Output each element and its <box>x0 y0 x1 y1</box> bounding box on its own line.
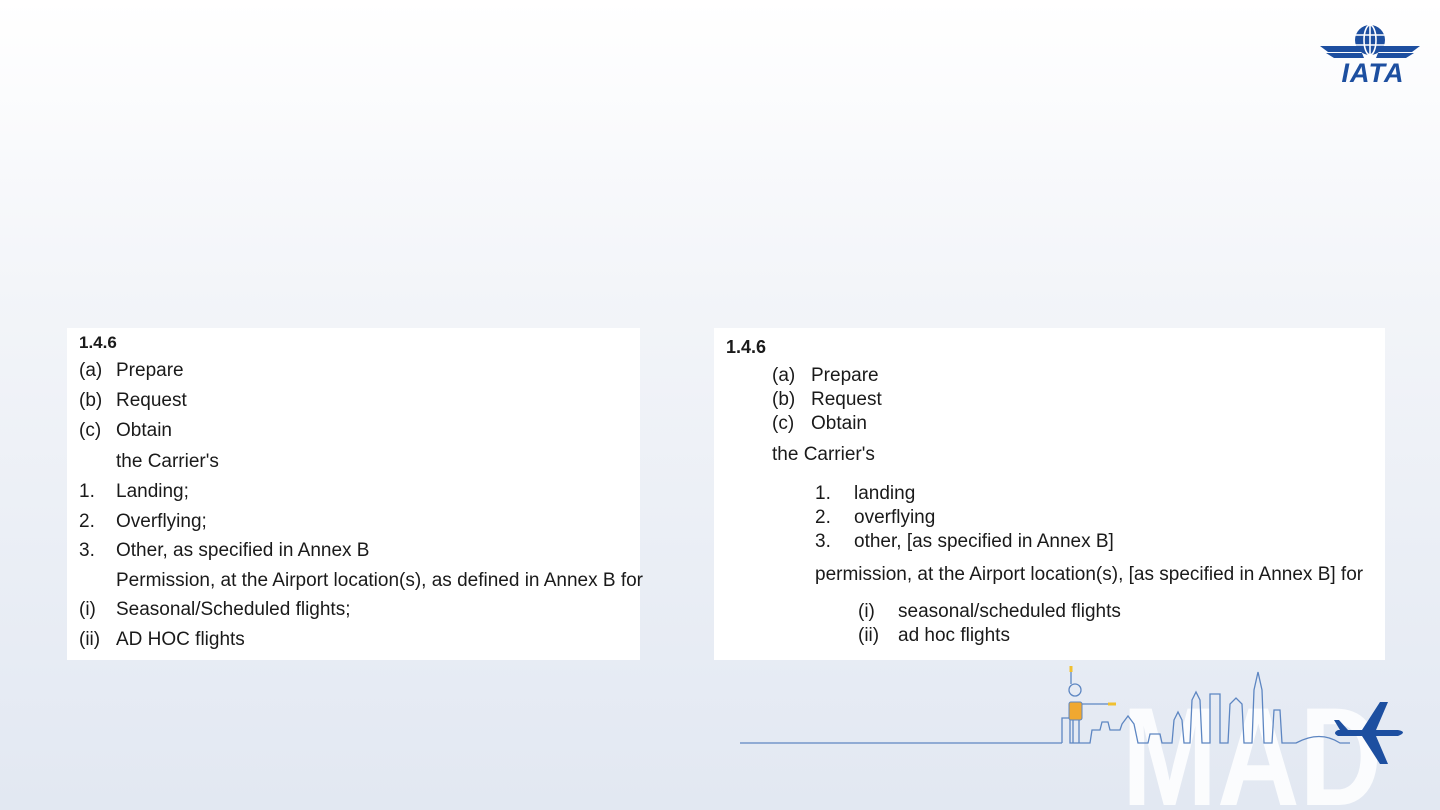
permission-marker: 2. <box>815 507 831 528</box>
flight-text: seasonal/scheduled flights <box>898 601 1121 622</box>
permission-marker: 3. <box>815 531 831 552</box>
action-text: Request <box>116 390 187 411</box>
action-text: Prepare <box>116 360 184 381</box>
action-text: Obtain <box>116 420 172 441</box>
permission-text: Landing; <box>116 481 189 502</box>
iata-logo-text: IATA <box>1341 58 1405 88</box>
marshaller-icon <box>1068 666 1116 743</box>
permission-marker: 1. <box>815 483 831 504</box>
action-marker: (b) <box>79 390 103 411</box>
flight-text: AD HOC flights <box>116 629 245 650</box>
carrier-line: the Carrier's <box>772 444 875 465</box>
flight-marker: (ii) <box>858 625 880 646</box>
carrier-line: the Carrier's <box>116 451 219 472</box>
madrid-skyline-decoration: MAD <box>740 666 1403 810</box>
action-marker: (a) <box>772 365 796 386</box>
flight-marker: (i) <box>858 601 875 622</box>
left-clause-panel: 1.4.6 (a) Prepare (b) Request (c) Obtain… <box>67 328 643 660</box>
flight-text: Seasonal/Scheduled flights; <box>116 599 351 620</box>
right-clause-panel: 1.4.6 (a) Prepare (b) Request (c) Obtain… <box>714 328 1385 660</box>
permission-text: overflying <box>854 507 936 528</box>
section-number: 1.4.6 <box>79 333 117 352</box>
action-marker: (c) <box>772 413 795 434</box>
action-text: Prepare <box>811 365 879 386</box>
permission-text: landing <box>854 483 916 504</box>
action-marker: (c) <box>79 420 102 441</box>
permission-marker: 3. <box>79 540 95 561</box>
permission-text: Overflying; <box>116 511 207 532</box>
action-marker: (b) <box>772 389 796 410</box>
permission-text: Other, as specified in Annex B <box>116 540 370 561</box>
permission-marker: 2. <box>79 511 95 532</box>
flight-text: ad hoc flights <box>898 625 1010 646</box>
action-text: Obtain <box>811 413 867 434</box>
permission-marker: 1. <box>79 481 95 502</box>
mad-decor-text: MAD <box>1122 678 1382 810</box>
permission-line: Permission, at the Airport location(s), … <box>116 570 643 591</box>
flight-marker: (i) <box>79 599 96 620</box>
section-number: 1.4.6 <box>726 337 767 357</box>
permission-line: permission, at the Airport location(s), … <box>815 564 1364 585</box>
action-text: Request <box>811 389 882 410</box>
flight-marker: (ii) <box>79 629 101 650</box>
permission-text: other, [as specified in Annex B] <box>854 531 1114 552</box>
action-marker: (a) <box>79 360 103 381</box>
